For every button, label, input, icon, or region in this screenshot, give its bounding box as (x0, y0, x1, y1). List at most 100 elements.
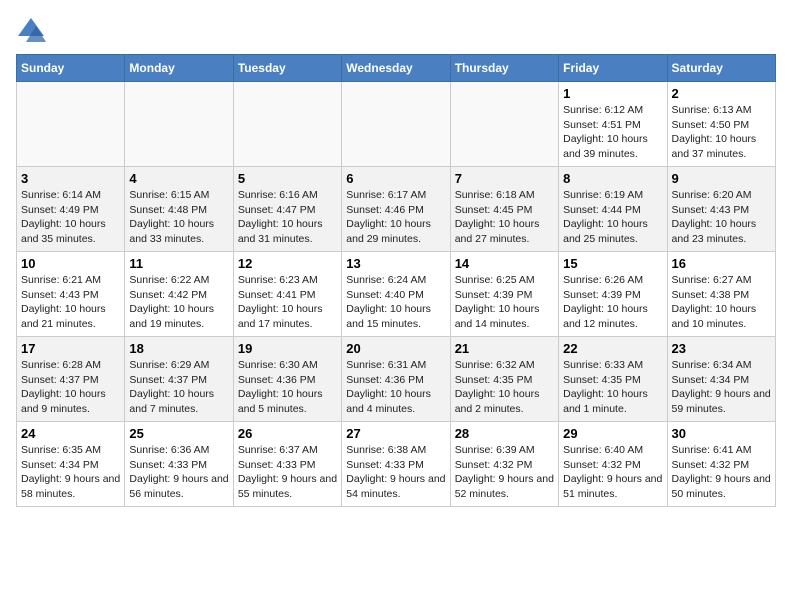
weekday-header-row: SundayMondayTuesdayWednesdayThursdayFrid… (17, 55, 776, 82)
day-number: 4 (129, 171, 228, 186)
day-number: 29 (563, 426, 662, 441)
calendar-day-cell: 28Sunrise: 6:39 AM Sunset: 4:32 PM Dayli… (450, 422, 558, 507)
day-info: Sunrise: 6:32 AM Sunset: 4:35 PM Dayligh… (455, 358, 554, 417)
calendar-day-cell: 6 Sunrise: 6:17 AM Sunset: 4:46 PM Daylig… (342, 167, 450, 252)
day-info: Sunrise: 6:38 AM Sunset: 4:33 PM Dayligh… (346, 443, 445, 502)
calendar-day-cell: 18 Sunrise: 6:29 AM Sunset: 4:37 PM Dayli… (125, 337, 233, 422)
calendar-day-cell: 25Sunrise: 6:36 AM Sunset: 4:33 PM Dayli… (125, 422, 233, 507)
day-number: 17 (21, 341, 120, 356)
day-number: 11 (129, 256, 228, 271)
calendar-day-cell: 12 Sunrise: 6:23 AM Sunset: 4:41 PM Dayli… (233, 252, 341, 337)
calendar-week-row: 3 Sunrise: 6:14 AM Sunset: 4:49 PM Daylig… (17, 167, 776, 252)
calendar-day-cell: 14 Sunrise: 6:25 AM Sunset: 4:39 PM Dayli… (450, 252, 558, 337)
day-info: Sunrise: 6:15 AM Sunset: 4:48 PM Dayligh… (129, 188, 228, 247)
day-info: Sunrise: 6:37 AM Sunset: 4:33 PM Dayligh… (238, 443, 337, 502)
weekday-header: Thursday (450, 55, 558, 82)
day-info: Sunrise: 6:25 AM Sunset: 4:39 PM Dayligh… (455, 273, 554, 332)
calendar-day-cell: 2 Sunrise: 6:13 AM Sunset: 4:50 PM Daylig… (667, 82, 775, 167)
day-info: Sunrise: 6:14 AM Sunset: 4:49 PM Dayligh… (21, 188, 120, 247)
day-number: 7 (455, 171, 554, 186)
day-info: Sunrise: 6:22 AM Sunset: 4:42 PM Dayligh… (129, 273, 228, 332)
calendar-day-cell: 9Sunrise: 6:20 AM Sunset: 4:43 PM Daylig… (667, 167, 775, 252)
calendar-day-cell: 23 Sunrise: 6:34 AM Sunset: 4:34 PM Dayli… (667, 337, 775, 422)
day-info: Sunrise: 6:16 AM Sunset: 4:47 PM Dayligh… (238, 188, 337, 247)
calendar-day-cell: 4 Sunrise: 6:15 AM Sunset: 4:48 PM Daylig… (125, 167, 233, 252)
weekday-header: Friday (559, 55, 667, 82)
day-number: 26 (238, 426, 337, 441)
day-info: Sunrise: 6:21 AM Sunset: 4:43 PM Dayligh… (21, 273, 120, 332)
calendar-day-cell: 8 Sunrise: 6:19 AM Sunset: 4:44 PM Daylig… (559, 167, 667, 252)
day-info: Sunrise: 6:17 AM Sunset: 4:46 PM Dayligh… (346, 188, 445, 247)
page-header (16, 16, 776, 46)
calendar-day-cell (450, 82, 558, 167)
calendar-day-cell: 7 Sunrise: 6:18 AM Sunset: 4:45 PM Daylig… (450, 167, 558, 252)
calendar-table: SundayMondayTuesdayWednesdayThursdayFrid… (16, 54, 776, 507)
day-number: 30 (672, 426, 771, 441)
day-number: 22 (563, 341, 662, 356)
day-number: 19 (238, 341, 337, 356)
weekday-header: Wednesday (342, 55, 450, 82)
day-number: 8 (563, 171, 662, 186)
day-info: Sunrise: 6:41 AM Sunset: 4:32 PM Dayligh… (672, 443, 771, 502)
day-number: 20 (346, 341, 445, 356)
calendar-week-row: 17Sunrise: 6:28 AM Sunset: 4:37 PM Dayli… (17, 337, 776, 422)
weekday-header: Tuesday (233, 55, 341, 82)
day-number: 16 (672, 256, 771, 271)
calendar-day-cell: 17Sunrise: 6:28 AM Sunset: 4:37 PM Dayli… (17, 337, 125, 422)
calendar-day-cell: 11 Sunrise: 6:22 AM Sunset: 4:42 PM Dayli… (125, 252, 233, 337)
day-number: 12 (238, 256, 337, 271)
calendar-day-cell: 10 Sunrise: 6:21 AM Sunset: 4:43 PM Dayli… (17, 252, 125, 337)
calendar-week-row: 10 Sunrise: 6:21 AM Sunset: 4:43 PM Dayli… (17, 252, 776, 337)
calendar-day-cell: 15 Sunrise: 6:26 AM Sunset: 4:39 PM Dayli… (559, 252, 667, 337)
calendar-day-cell: 3 Sunrise: 6:14 AM Sunset: 4:49 PM Daylig… (17, 167, 125, 252)
day-number: 3 (21, 171, 120, 186)
day-number: 24 (21, 426, 120, 441)
day-info: Sunrise: 6:23 AM Sunset: 4:41 PM Dayligh… (238, 273, 337, 332)
calendar-day-cell: 1 Sunrise: 6:12 AM Sunset: 4:51 PM Daylig… (559, 82, 667, 167)
calendar-day-cell (125, 82, 233, 167)
logo-icon (16, 16, 46, 46)
day-info: Sunrise: 6:24 AM Sunset: 4:40 PM Dayligh… (346, 273, 445, 332)
calendar-week-row: 1 Sunrise: 6:12 AM Sunset: 4:51 PM Daylig… (17, 82, 776, 167)
day-number: 9 (672, 171, 771, 186)
day-info: Sunrise: 6:19 AM Sunset: 4:44 PM Dayligh… (563, 188, 662, 247)
calendar-day-cell: 16 Sunrise: 6:27 AM Sunset: 4:38 PM Dayli… (667, 252, 775, 337)
calendar-day-cell (17, 82, 125, 167)
day-info: Sunrise: 6:33 AM Sunset: 4:35 PM Dayligh… (563, 358, 662, 417)
day-info: Sunrise: 6:18 AM Sunset: 4:45 PM Dayligh… (455, 188, 554, 247)
day-number: 23 (672, 341, 771, 356)
day-info: Sunrise: 6:35 AM Sunset: 4:34 PM Dayligh… (21, 443, 120, 502)
day-number: 28 (455, 426, 554, 441)
calendar-day-cell: 22 Sunrise: 6:33 AM Sunset: 4:35 PM Dayli… (559, 337, 667, 422)
day-info: Sunrise: 6:26 AM Sunset: 4:39 PM Dayligh… (563, 273, 662, 332)
calendar-day-cell: 24 Sunrise: 6:35 AM Sunset: 4:34 PM Dayli… (17, 422, 125, 507)
day-number: 27 (346, 426, 445, 441)
day-number: 10 (21, 256, 120, 271)
day-number: 25 (129, 426, 228, 441)
day-number: 14 (455, 256, 554, 271)
calendar-day-cell: 19Sunrise: 6:30 AM Sunset: 4:36 PM Dayli… (233, 337, 341, 422)
calendar-day-cell: 21Sunrise: 6:32 AM Sunset: 4:35 PM Dayli… (450, 337, 558, 422)
day-number: 13 (346, 256, 445, 271)
day-info: Sunrise: 6:13 AM Sunset: 4:50 PM Dayligh… (672, 103, 771, 162)
day-number: 18 (129, 341, 228, 356)
day-info: Sunrise: 6:34 AM Sunset: 4:34 PM Dayligh… (672, 358, 771, 417)
day-number: 1 (563, 86, 662, 101)
day-number: 2 (672, 86, 771, 101)
calendar-day-cell: 29 Sunrise: 6:40 AM Sunset: 4:32 PM Dayli… (559, 422, 667, 507)
logo (16, 16, 50, 46)
day-number: 15 (563, 256, 662, 271)
day-number: 5 (238, 171, 337, 186)
day-info: Sunrise: 6:31 AM Sunset: 4:36 PM Dayligh… (346, 358, 445, 417)
weekday-header: Monday (125, 55, 233, 82)
calendar-day-cell: 30 Sunrise: 6:41 AM Sunset: 4:32 PM Dayli… (667, 422, 775, 507)
calendar-day-cell: 13 Sunrise: 6:24 AM Sunset: 4:40 PM Dayli… (342, 252, 450, 337)
day-info: Sunrise: 6:40 AM Sunset: 4:32 PM Dayligh… (563, 443, 662, 502)
day-info: Sunrise: 6:12 AM Sunset: 4:51 PM Dayligh… (563, 103, 662, 162)
calendar-day-cell (342, 82, 450, 167)
calendar-week-row: 24 Sunrise: 6:35 AM Sunset: 4:34 PM Dayli… (17, 422, 776, 507)
day-number: 6 (346, 171, 445, 186)
day-info: Sunrise: 6:27 AM Sunset: 4:38 PM Dayligh… (672, 273, 771, 332)
calendar-day-cell: 26 Sunrise: 6:37 AM Sunset: 4:33 PM Dayli… (233, 422, 341, 507)
day-info: Sunrise: 6:29 AM Sunset: 4:37 PM Dayligh… (129, 358, 228, 417)
